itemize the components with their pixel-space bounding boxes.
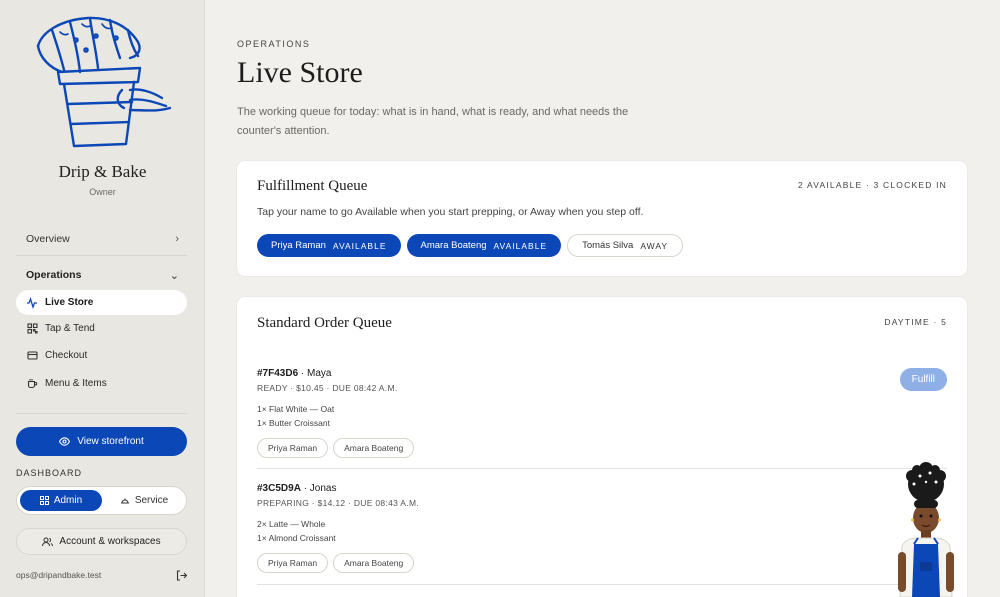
order-customer: · Maya <box>300 368 332 379</box>
nav-operations[interactable]: Operations ⌄ <box>16 262 187 288</box>
staff-status: AVAILABLE <box>332 240 387 251</box>
users-icon <box>42 537 54 547</box>
view-storefront-button[interactable]: View storefront <box>16 427 187 456</box>
toggle-admin[interactable]: Admin <box>20 490 102 511</box>
assignee-chip[interactable]: Amara Boateng <box>333 438 415 458</box>
staff-pill-tomas[interactable]: Tomás Silva AWAY <box>567 234 684 257</box>
fulfillment-title: Fulfillment Queue <box>257 178 368 194</box>
account-workspaces-label: Account & workspaces <box>59 536 161 547</box>
assignee-chip[interactable]: Priya Raman <box>257 553 329 573</box>
brand-name: Drip & Bake <box>58 162 147 181</box>
dashboard-label: DASHBOARD <box>16 468 83 478</box>
sidebar-item-checkout[interactable]: Checkout <box>16 343 187 368</box>
order-assignees: Priya Raman Amara Boateng <box>257 438 947 458</box>
order-assignees: Priya Raman Amara Boateng <box>257 553 947 573</box>
cup-icon <box>26 378 38 390</box>
nav-divider <box>16 413 187 414</box>
nav-divider <box>16 255 187 256</box>
sidebar-item-tap-tend[interactable]: Tap & Tend <box>16 316 187 341</box>
order-item: 1× Butter Croissant <box>257 418 330 428</box>
standard-queue-title: Standard Order Queue <box>257 315 392 331</box>
fulfillment-help: Tap your name to go Available when you s… <box>257 206 644 218</box>
toggle-service-label: Service <box>134 495 169 506</box>
order-id: #3C5D9A <box>257 483 301 494</box>
qr-icon <box>26 323 38 335</box>
brand-role: Owner <box>89 187 116 197</box>
order-customer: · Jonas <box>303 483 337 494</box>
activity-icon <box>26 296 38 309</box>
sidebar-item-label: Live Store <box>45 297 94 308</box>
dashboard-toggle: Admin Service <box>16 486 187 515</box>
standard-queue-meta: DAYTIME · 5 <box>884 317 947 327</box>
order-header: #7F43D6 · Maya <box>257 368 947 379</box>
order-divider <box>257 468 947 469</box>
order-status-line: PREPARING · $14.12 · DUE 08:43 A.M. <box>257 498 419 508</box>
staff-name: Amara Boateng <box>420 240 487 251</box>
sidebar-item-live-store[interactable]: Live Store <box>16 290 187 315</box>
sidebar-item-label: Checkout <box>45 350 88 361</box>
sidebar-item-label: Tap & Tend <box>45 323 95 334</box>
page-title: Live Store <box>237 56 363 89</box>
assignee-chip[interactable]: Priya Raman <box>257 438 329 458</box>
toggle-admin-label: Admin <box>53 495 83 506</box>
fulfillment-meta: 2 AVAILABLE · 3 CLOCKED IN <box>798 180 947 190</box>
fulfillment-queue-card: Fulfillment Queue 2 AVAILABLE · 3 CLOCKE… <box>237 161 967 276</box>
order-items: 2× Latte — Whole 1× Almond Croissant <box>257 517 947 545</box>
staff-pills: Priya Raman AVAILABLE Amara Boateng AVAI… <box>257 234 684 257</box>
staff-pill-amara[interactable]: Amara Boateng AVAILABLE <box>406 234 562 257</box>
service-bell-icon <box>120 496 130 505</box>
assignee-chip[interactable]: Amara Boateng <box>333 553 415 573</box>
brand-logo <box>30 12 175 154</box>
sidebar-item-menu-items[interactable]: Menu & Items <box>16 371 187 396</box>
logout-icon[interactable] <box>176 568 188 586</box>
standard-order-queue-card: Standard Order Queue DAYTIME · 5 #7F43D6… <box>237 297 967 597</box>
sidebar: Drip & Bake Owner Overview › Operations … <box>0 0 205 597</box>
order-divider <box>257 584 947 585</box>
page-eyebrow: OPERATIONS <box>237 39 311 49</box>
toggle-service[interactable]: Service <box>105 490 183 511</box>
order-id: #7F43D6 <box>257 368 299 379</box>
chevron-right-icon: › <box>175 233 179 245</box>
order-card: #7F43D6 · Maya READY · $10.45 · DUE 08:4… <box>257 368 947 458</box>
view-storefront-label: View storefront <box>77 436 144 447</box>
order-card: #3C5D9A · Jonas PREPARING · $14.12 · DUE… <box>257 483 947 573</box>
staff-name: Priya Raman <box>271 240 326 251</box>
page-intro: The working queue for today: what is in … <box>237 106 629 137</box>
nav-overview-label: Overview <box>26 233 70 245</box>
card-icon <box>26 350 38 362</box>
order-items: 1× Flat White — Oat 1× Butter Croissant <box>257 402 947 430</box>
order-item: 1× Almond Croissant <box>257 533 336 543</box>
order-status-line: READY · $10.45 · DUE 08:42 A.M. <box>257 383 398 393</box>
barista-mascot-illustration <box>896 462 956 597</box>
sidebar-item-label: Menu & Items <box>45 378 107 389</box>
staff-name: Tomás Silva <box>582 240 634 251</box>
user-email: ops@dripandbake.test <box>16 570 102 580</box>
grid-icon <box>39 496 49 505</box>
order-header: #3C5D9A · Jonas <box>257 483 947 494</box>
nav-operations-label: Operations <box>26 269 82 281</box>
eye-icon <box>59 437 71 446</box>
chevron-down-icon: ⌄ <box>169 269 179 282</box>
staff-status: AVAILABLE <box>493 240 548 251</box>
staff-pill-priya[interactable]: Priya Raman AVAILABLE <box>257 234 401 257</box>
fulfill-button[interactable]: Fulfill <box>899 368 947 391</box>
order-item: 2× Latte — Whole <box>257 519 326 529</box>
order-item: 1× Flat White — Oat <box>257 404 335 414</box>
account-workspaces-button[interactable]: Account & workspaces <box>16 528 187 555</box>
nav-overview[interactable]: Overview › <box>16 226 187 252</box>
staff-status: AWAY <box>640 240 669 251</box>
